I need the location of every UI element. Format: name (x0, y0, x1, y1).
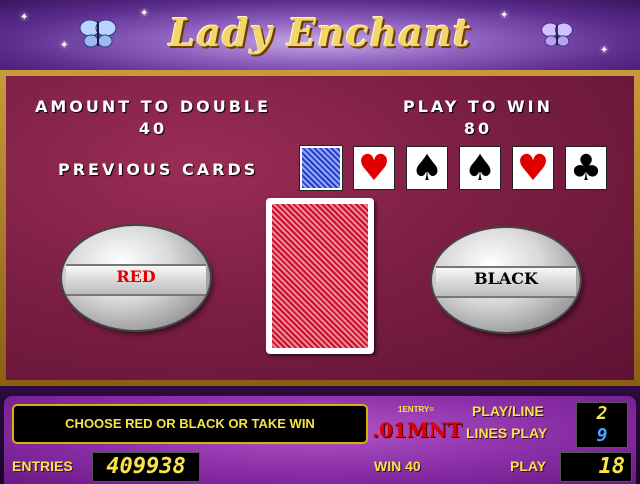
sparkle-icon: ✦ (60, 40, 69, 51)
play-per-line-value: 2 (596, 403, 608, 424)
previous-card-back (299, 145, 343, 191)
status-message: CHOOSE RED OR BLACK OR TAKE WIN (65, 416, 315, 431)
previous-card-club: ♣ (565, 146, 607, 190)
butterfly-icon (541, 22, 573, 47)
win-value: 40 (405, 458, 421, 474)
play-label: PLAY (510, 458, 547, 474)
previous-card-heart: ♥ (512, 146, 554, 190)
previous-card-spade: ♠ (406, 146, 448, 190)
previous-cards-label: PREVIOUS CARDS (58, 160, 259, 179)
sparkle-icon: ✦ (20, 12, 29, 23)
game-title: Lady Enchant (168, 10, 472, 55)
sparkle-icon: ✦ (140, 8, 149, 19)
butterfly-icon (79, 19, 117, 48)
previous-card-heart: ♥ (353, 146, 395, 190)
sparkle-icon: ✦ (600, 45, 609, 56)
entries-counter: 409938 (92, 452, 200, 482)
lines-play-label: LINES PLAY (466, 425, 548, 441)
entry-note: 1ENTRY= (398, 405, 434, 414)
club-icon: ♣ (569, 148, 603, 189)
lines-play-value: 9 (596, 425, 608, 446)
play-per-line-label: PLAY/LINE (472, 403, 544, 419)
lines-counter: 2 9 (576, 402, 628, 448)
play-to-win-value: 80 (463, 119, 493, 138)
face-down-card (266, 198, 374, 354)
black-button[interactable]: BLACK (432, 228, 580, 332)
denomination-value: .01MNT (372, 418, 463, 442)
heart-icon: ♥ (516, 148, 550, 189)
black-button-label: BLACK (474, 269, 538, 288)
red-button-label: RED (116, 267, 156, 286)
amount-to-double-value: 40 (138, 119, 168, 138)
play-to-win-label: PLAY TO WIN (402, 97, 553, 116)
win-label: WIN (374, 458, 402, 474)
entries-label: ENTRIES (12, 458, 73, 474)
play-counter: 18 (560, 452, 632, 482)
sparkle-icon: ✦ (500, 10, 509, 21)
win-display: WIN 40 (374, 458, 421, 474)
spade-icon: ♠ (463, 148, 497, 189)
amount-to-double-label: AMOUNT TO DOUBLE (34, 97, 272, 116)
red-button[interactable]: RED (62, 226, 210, 330)
spade-icon: ♠ (410, 148, 444, 189)
previous-card-spade: ♠ (459, 146, 501, 190)
heart-icon: ♥ (357, 148, 391, 189)
